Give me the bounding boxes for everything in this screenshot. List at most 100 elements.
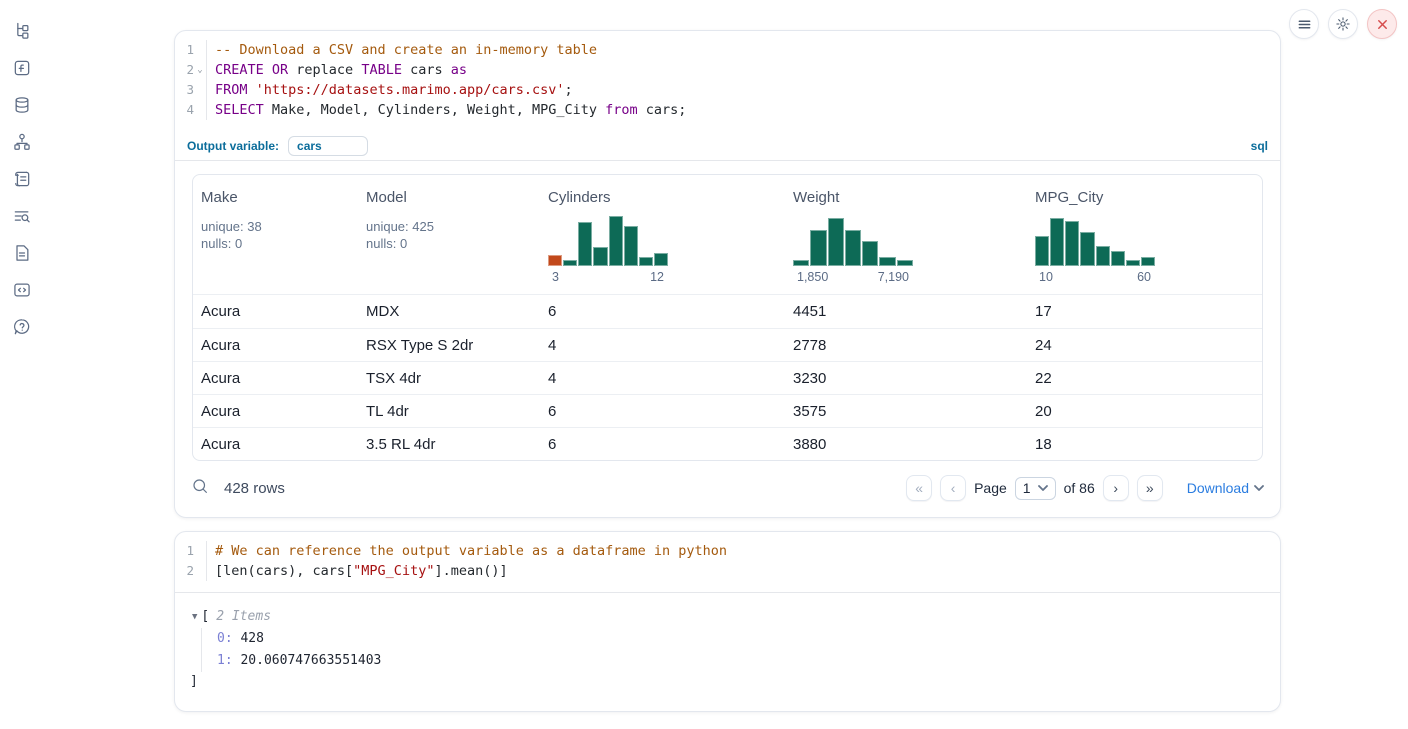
sql-code-editor[interactable]: 1-- Download a CSV and create an in-memo… bbox=[175, 31, 1280, 131]
column-stat: unique: 38 bbox=[201, 218, 352, 235]
column-header-weight[interactable]: Weight 1,850 7,190 bbox=[785, 175, 1027, 294]
histogram-bar bbox=[1111, 251, 1125, 266]
menu-button[interactable] bbox=[1289, 9, 1319, 39]
table-row: Acura3.5 RL 4dr6388018 bbox=[193, 427, 1262, 460]
line-number: 2 bbox=[175, 561, 194, 581]
fold-gutter bbox=[194, 80, 206, 100]
line-number: 2 bbox=[175, 60, 194, 80]
hist-max-tick: 12 bbox=[650, 270, 664, 284]
column-header-make[interactable]: Make unique: 38 nulls: 0 bbox=[193, 175, 358, 294]
tree-entry: 0: 428 bbox=[217, 628, 1280, 650]
search-icon[interactable] bbox=[191, 477, 209, 500]
table-cell: 6 bbox=[540, 436, 785, 453]
table-cell: Acura bbox=[193, 370, 358, 387]
table-cell: 4451 bbox=[785, 303, 1027, 320]
table-cell: Acura bbox=[193, 436, 358, 453]
page-label: Page bbox=[974, 480, 1007, 496]
hist-min-tick: 1,850 bbox=[797, 270, 828, 284]
column-stat: unique: 425 bbox=[366, 218, 534, 235]
column-header-mpg-city[interactable]: MPG_City 10 60 bbox=[1027, 175, 1262, 294]
tree-output: ▼ [ 2 Items 0: 428 1: 20.060747663551403… bbox=[175, 593, 1280, 711]
chevron-down-icon bbox=[1254, 485, 1264, 491]
code-line: -- Download a CSV and create an in-memor… bbox=[206, 40, 1280, 60]
histogram-bar bbox=[609, 216, 623, 266]
dependency-graph-icon[interactable] bbox=[10, 131, 34, 153]
histogram-bar bbox=[654, 253, 668, 266]
line-number: 3 bbox=[175, 80, 194, 100]
table-row: AcuraTL 4dr6357520 bbox=[193, 394, 1262, 427]
table-cell: RSX Type S 2dr bbox=[358, 337, 540, 354]
table-row: AcuraMDX6445117 bbox=[193, 295, 1262, 328]
histogram-bar bbox=[845, 230, 861, 266]
notebook: 1 -- Download a CSV and create an in-memo… bbox=[174, 0, 1281, 712]
histogram-bar bbox=[810, 230, 826, 266]
table-cell: 4 bbox=[540, 337, 785, 354]
column-header-cylinders[interactable]: Cylinders 3 12 bbox=[540, 175, 785, 294]
next-page-button[interactable]: › bbox=[1103, 475, 1129, 501]
histogram-bar bbox=[879, 257, 895, 266]
table-cell: 3.5 RL 4dr bbox=[358, 436, 540, 453]
page-select[interactable]: 1 bbox=[1015, 477, 1056, 500]
file-explorer-icon[interactable] bbox=[10, 20, 34, 42]
last-page-button[interactable]: » bbox=[1137, 475, 1163, 501]
tree-entries: 0: 428 1: 20.060747663551403 bbox=[201, 628, 1280, 672]
table-cell: MDX bbox=[358, 303, 540, 320]
line-number: 1 bbox=[175, 541, 194, 561]
histogram-bar bbox=[563, 260, 577, 266]
code-line: FROM 'https://datasets.marimo.app/cars.c… bbox=[206, 80, 1280, 100]
histogram-bar bbox=[578, 222, 592, 266]
mpg-city-histogram bbox=[1035, 214, 1155, 266]
table-cell: TL 4dr bbox=[358, 403, 540, 420]
python-code-editor[interactable]: 1# We can reference the output variable … bbox=[175, 532, 1280, 592]
outline-search-icon[interactable] bbox=[10, 205, 34, 227]
settings-button[interactable] bbox=[1328, 9, 1358, 39]
shutdown-button[interactable] bbox=[1367, 9, 1397, 39]
histogram-bar bbox=[1050, 218, 1064, 266]
histogram-bar bbox=[1065, 221, 1079, 266]
hist-min-tick: 3 bbox=[552, 270, 559, 284]
table-cell: 3575 bbox=[785, 403, 1027, 420]
tree-entry: 1: 20.060747663551403 bbox=[217, 650, 1280, 672]
collapse-chevron-icon[interactable]: ▼ bbox=[192, 606, 197, 628]
sidebar bbox=[0, 0, 44, 729]
documentation-icon[interactable] bbox=[10, 242, 34, 264]
python-cell: 1# We can reference the output variable … bbox=[174, 531, 1281, 712]
close-icon bbox=[1376, 18, 1389, 31]
hist-max-tick: 60 bbox=[1137, 270, 1151, 284]
fold-gutter bbox=[194, 100, 206, 120]
table-cell: 3230 bbox=[785, 370, 1027, 387]
logs-icon[interactable] bbox=[10, 168, 34, 190]
output-variable-input[interactable] bbox=[288, 136, 368, 156]
histogram-bar bbox=[624, 226, 638, 266]
histogram-bar bbox=[793, 260, 809, 266]
table-header: Make unique: 38 nulls: 0 Model unique: 4… bbox=[193, 175, 1262, 295]
datasources-icon[interactable] bbox=[10, 94, 34, 116]
histogram-bar bbox=[1126, 260, 1140, 266]
snippets-icon[interactable] bbox=[10, 279, 34, 301]
variables-icon[interactable] bbox=[10, 57, 34, 79]
prev-page-button[interactable]: ‹ bbox=[940, 475, 966, 501]
cylinders-histogram bbox=[548, 214, 668, 266]
table-cell: TSX 4dr bbox=[358, 370, 540, 387]
table-cell: Acura bbox=[193, 337, 358, 354]
hist-min-tick: 10 bbox=[1039, 270, 1053, 284]
table-cell: Acura bbox=[193, 303, 358, 320]
fold-gutter bbox=[194, 561, 206, 581]
table-cell: 6 bbox=[540, 403, 785, 420]
column-header-model[interactable]: Model unique: 425 nulls: 0 bbox=[358, 175, 540, 294]
table-cell: 20 bbox=[1027, 403, 1262, 420]
sql-cell: 1 -- Download a CSV and create an in-memo… bbox=[174, 30, 1281, 518]
column-stat: nulls: 0 bbox=[366, 235, 534, 252]
first-page-button[interactable]: « bbox=[906, 475, 932, 501]
table-cell: Acura bbox=[193, 403, 358, 420]
download-button[interactable]: Download bbox=[1187, 480, 1264, 496]
fold-chevron-icon[interactable]: ⌄ bbox=[194, 60, 206, 80]
histogram-bar bbox=[897, 260, 913, 266]
table-row: AcuraTSX 4dr4323022 bbox=[193, 361, 1262, 394]
pagination: « ‹ Page 1 of 86 › » Download bbox=[906, 475, 1264, 501]
help-icon[interactable] bbox=[10, 316, 34, 338]
histogram-bar bbox=[548, 255, 562, 266]
code-line: [len(cars), cars["MPG_City"].mean()] bbox=[206, 561, 1280, 581]
hist-max-tick: 7,190 bbox=[878, 270, 909, 284]
table-cell: 6 bbox=[540, 303, 785, 320]
